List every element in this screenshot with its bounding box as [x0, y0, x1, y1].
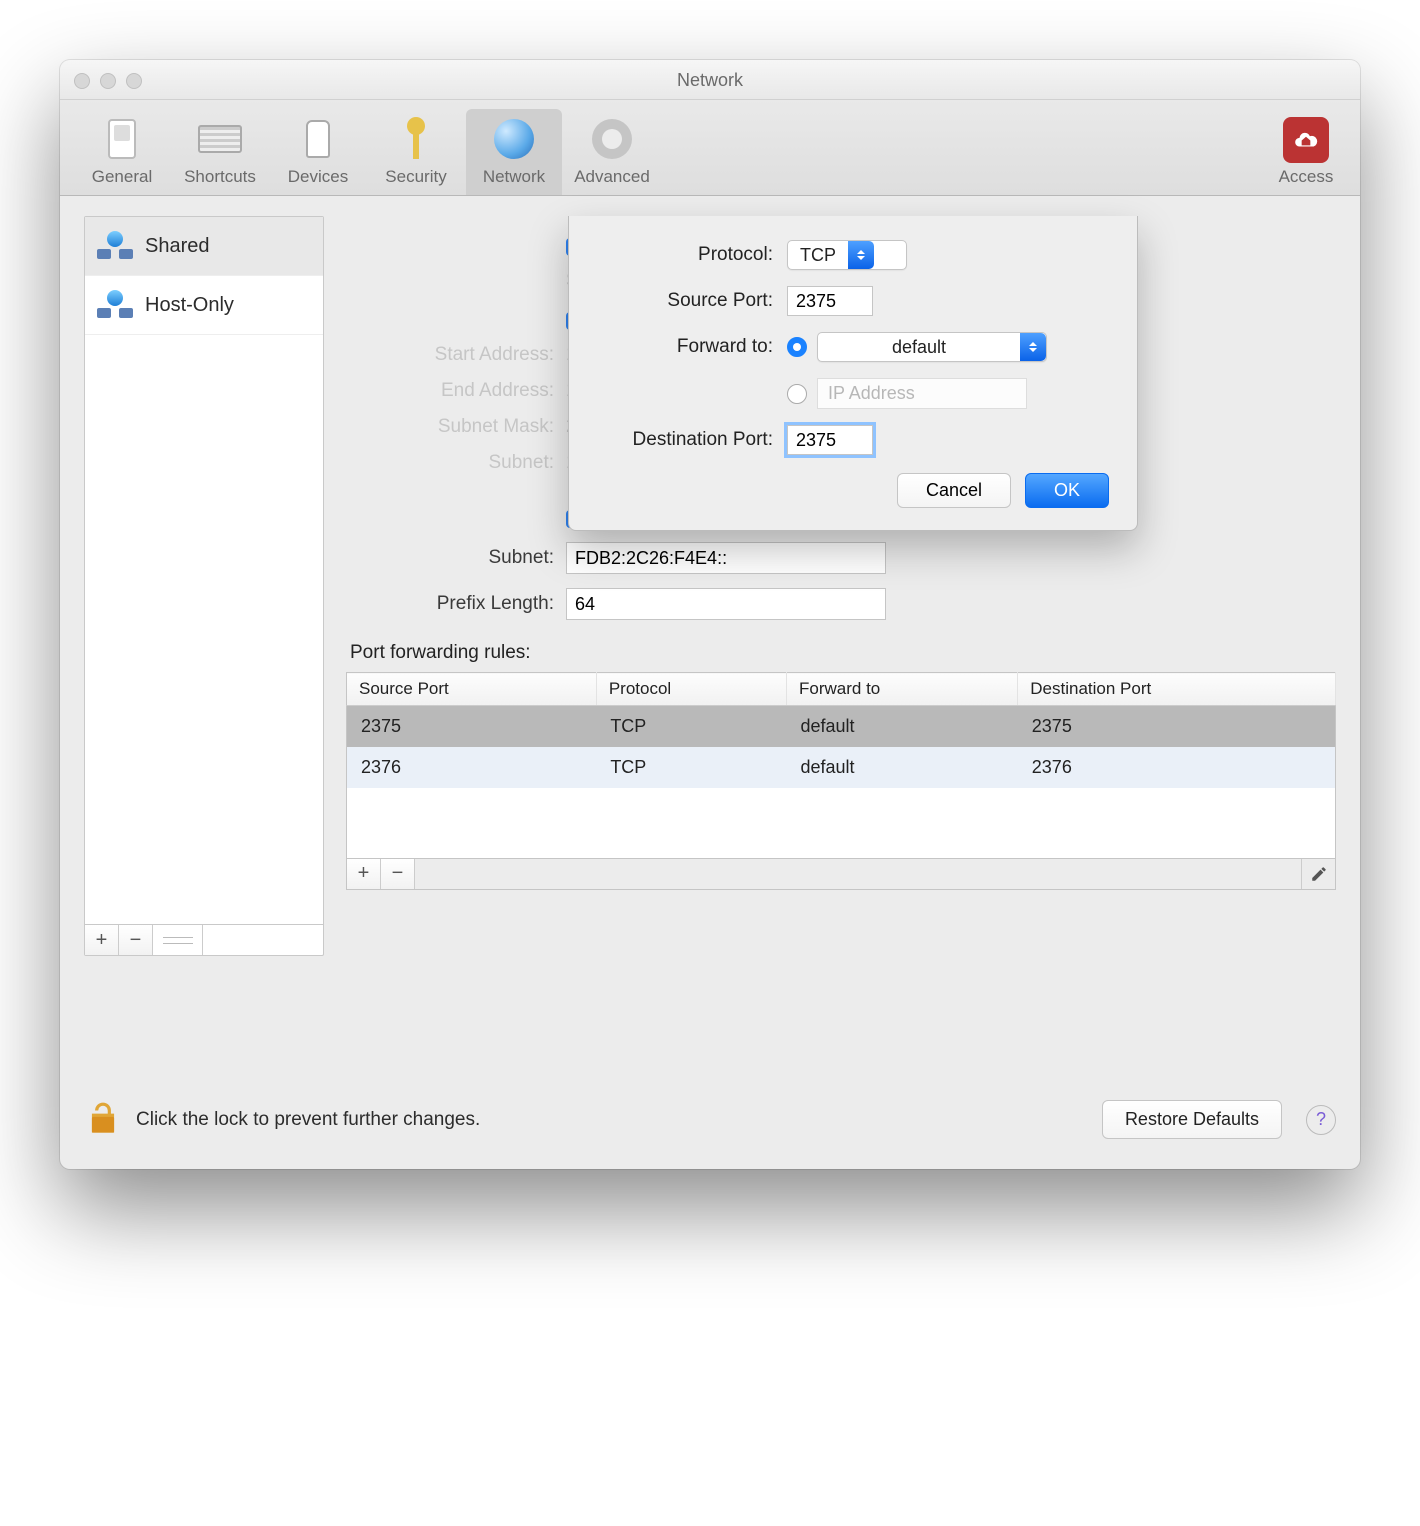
resize-grip[interactable] — [153, 925, 203, 955]
sidebar-item-label: Shared — [145, 235, 210, 258]
subnet-label: Subnet: — [346, 547, 566, 569]
tab-network[interactable]: Network — [466, 109, 562, 195]
chevron-updown-icon — [1020, 333, 1046, 361]
end-addr-label: End Address: — [346, 380, 566, 402]
tab-shortcuts[interactable]: Shortcuts — [172, 109, 268, 195]
protocol-value: TCP — [788, 245, 848, 266]
dest-port-label: Destination Port: — [597, 429, 787, 451]
forward-to-label: Forward to: — [597, 336, 787, 358]
cloud-home-icon — [1293, 127, 1319, 153]
tab-label: General — [92, 167, 152, 186]
edit-rule-button[interactable] — [1301, 859, 1335, 889]
protocol-select[interactable]: TCP — [787, 240, 907, 270]
cell: default — [787, 706, 1018, 748]
titlebar: Network — [60, 60, 1360, 100]
tab-label: Access — [1279, 167, 1334, 186]
cell: TCP — [596, 747, 786, 788]
forward-vm-select[interactable]: default — [817, 332, 1047, 362]
tab-security[interactable]: Security — [368, 109, 464, 195]
col-dest-port[interactable]: Destination Port — [1018, 673, 1336, 706]
prefix-length-input[interactable] — [566, 588, 886, 620]
lock-hint-text: Click the lock to prevent further change… — [136, 1109, 1088, 1131]
rules-controls: + − — [346, 859, 1336, 890]
tab-label: Devices — [288, 167, 348, 186]
col-forward-to[interactable]: Forward to — [787, 673, 1018, 706]
tab-label: Network — [483, 167, 545, 186]
subnet-input[interactable] — [566, 542, 886, 574]
remove-network-button[interactable]: − — [119, 925, 153, 955]
add-network-button[interactable]: + — [85, 925, 119, 955]
restore-defaults-button[interactable]: Restore Defaults — [1102, 1100, 1282, 1139]
tab-devices[interactable]: Devices — [270, 109, 366, 195]
footer: Click the lock to prevent further change… — [60, 1076, 1360, 1169]
network-list: Shared Host-Only + − — [84, 216, 324, 956]
tab-label: Security — [385, 167, 446, 186]
cell: default — [787, 747, 1018, 788]
port-rules-title: Port forwarding rules: — [350, 642, 1336, 664]
tab-label: Advanced — [574, 167, 650, 186]
sidebar-item-shared[interactable]: Shared — [85, 217, 323, 276]
col-protocol[interactable]: Protocol — [596, 673, 786, 706]
forward-vm-value: default — [818, 337, 1020, 358]
tab-advanced[interactable]: Advanced — [564, 109, 660, 195]
keyboard-icon — [198, 125, 242, 153]
gear-icon — [592, 119, 632, 159]
cell: 2376 — [1018, 747, 1336, 788]
prefix-label: Prefix Length: — [346, 593, 566, 615]
device-icon — [306, 120, 330, 158]
sidebar-item-label: Host-Only — [145, 294, 234, 317]
port-rule-sheet: Protocol: TCP Source Port: Forward to: — [568, 216, 1138, 531]
tab-access[interactable]: Access — [1266, 117, 1346, 195]
port-rules-table: Source Port Protocol Forward to Destinat… — [346, 672, 1336, 859]
main-panel: Connect Mac to this network Show in Syst… — [346, 216, 1336, 956]
preferences-window: Network General Shortcuts Devices Securi… — [60, 60, 1360, 1169]
add-rule-button[interactable]: + — [347, 859, 381, 889]
window-title: Network — [677, 70, 743, 90]
help-button[interactable]: ? — [1306, 1105, 1336, 1135]
sidebar-item-hostonly[interactable]: Host-Only — [85, 276, 323, 335]
lock-open-icon[interactable] — [84, 1101, 122, 1139]
switch-icon — [108, 119, 136, 159]
forward-ip-radio[interactable] — [787, 384, 807, 404]
key-icon — [401, 117, 431, 161]
mask-label: Subnet Mask: — [346, 416, 566, 438]
dest-port-input[interactable] — [787, 425, 873, 455]
remove-rule-button[interactable]: − — [381, 859, 415, 889]
pencil-icon — [1310, 865, 1328, 883]
protocol-label: Protocol: — [597, 244, 787, 266]
network-icon — [97, 290, 133, 320]
chevron-updown-icon — [848, 241, 874, 269]
ok-button[interactable]: OK — [1025, 473, 1109, 508]
start-addr-label: Start Address: — [346, 344, 566, 366]
forward-vm-radio[interactable] — [787, 337, 807, 357]
minimize-window[interactable] — [100, 73, 116, 89]
window-controls — [74, 73, 142, 89]
network-icon — [97, 231, 133, 261]
table-row[interactable]: 2376 TCP default 2376 — [347, 747, 1336, 788]
source-port-label: Source Port: — [597, 290, 787, 312]
content-area: Shared Host-Only + − Connect Mac to thi — [60, 196, 1360, 1076]
col-source-port[interactable]: Source Port — [347, 673, 597, 706]
subnet4-label: Subnet: — [346, 452, 566, 474]
ip-address-input[interactable]: IP Address — [817, 378, 1027, 409]
zoom-window[interactable] — [126, 73, 142, 89]
globe-icon — [494, 119, 534, 159]
sidebar-controls: + − — [85, 924, 323, 955]
cell: TCP — [596, 706, 786, 748]
cell: 2375 — [1018, 706, 1336, 748]
tab-general[interactable]: General — [74, 109, 170, 195]
source-port-input[interactable] — [787, 286, 873, 316]
cancel-button[interactable]: Cancel — [897, 473, 1011, 508]
close-window[interactable] — [74, 73, 90, 89]
tab-label: Shortcuts — [184, 167, 256, 186]
cell: 2375 — [347, 706, 597, 748]
table-row[interactable]: 2375 TCP default 2375 — [347, 706, 1336, 748]
cell: 2376 — [347, 747, 597, 788]
toolbar: General Shortcuts Devices Security Netwo… — [60, 100, 1360, 196]
